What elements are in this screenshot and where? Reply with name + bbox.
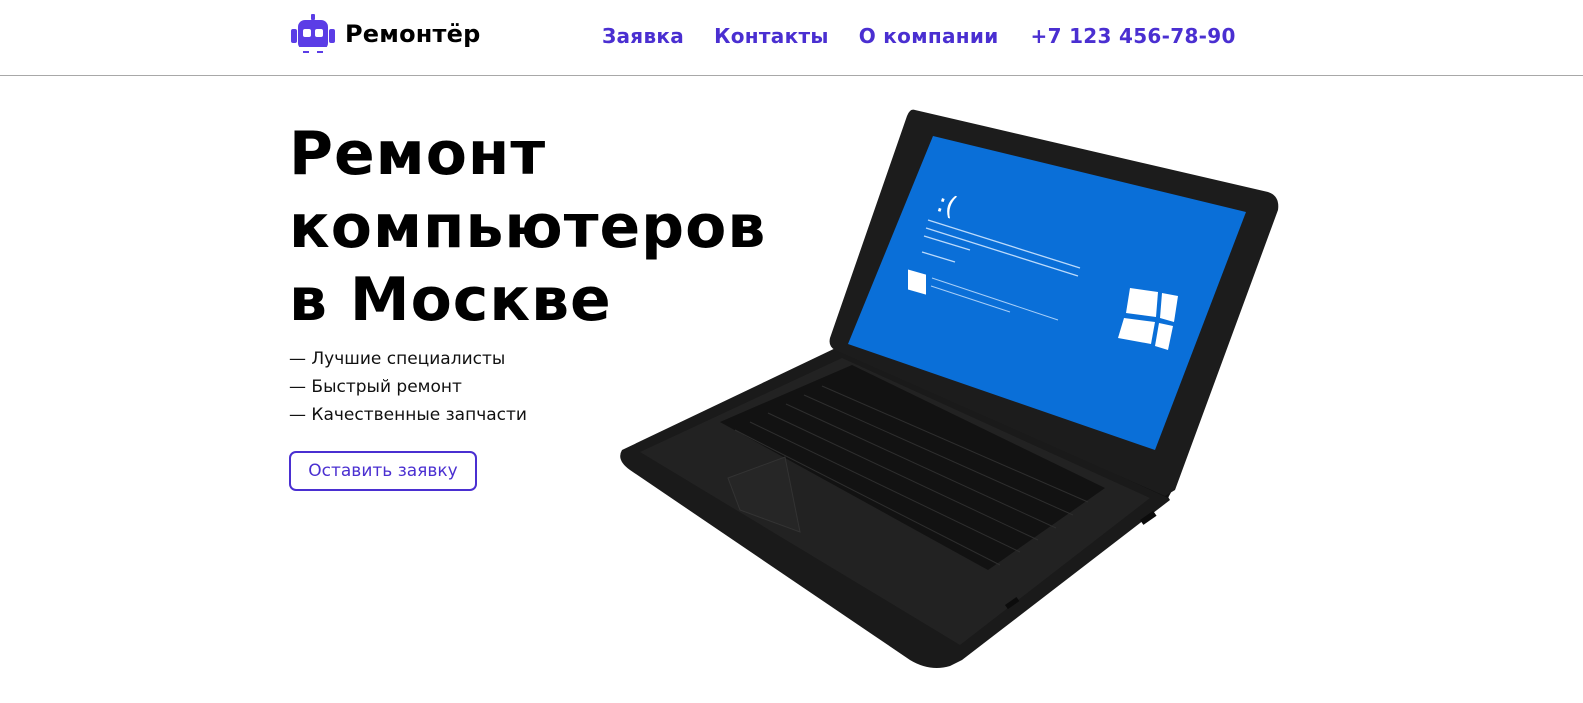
nav-link-contacts[interactable]: Контакты bbox=[714, 24, 829, 48]
feature-item: — Быстрый ремонт bbox=[289, 377, 462, 397]
nav-link-request[interactable]: Заявка bbox=[602, 24, 684, 48]
leave-request-button[interactable]: Оставить заявку bbox=[289, 451, 477, 491]
feature-item: — Качественные запчасти bbox=[289, 405, 527, 425]
main-nav: Заявка Контакты О компании +7 123 456-78… bbox=[602, 24, 1236, 48]
feature-list: — Лучшие специалисты — Быстрый ремонт — … bbox=[289, 345, 527, 429]
feature-item: — Лучшие специалисты bbox=[289, 349, 506, 369]
logo[interactable]: Ремонтёр bbox=[289, 14, 481, 54]
logo-text: Ремонтёр bbox=[345, 20, 481, 48]
robot-icon bbox=[291, 14, 335, 53]
site-header: Ремонтёр Заявка Контакты О компании +7 1… bbox=[0, 0, 1583, 76]
nav-phone-link[interactable]: +7 123 456-78-90 bbox=[1031, 24, 1236, 48]
laptop-bsod-image: :( bbox=[620, 109, 1279, 668]
nav-link-about[interactable]: О компании bbox=[859, 24, 999, 48]
